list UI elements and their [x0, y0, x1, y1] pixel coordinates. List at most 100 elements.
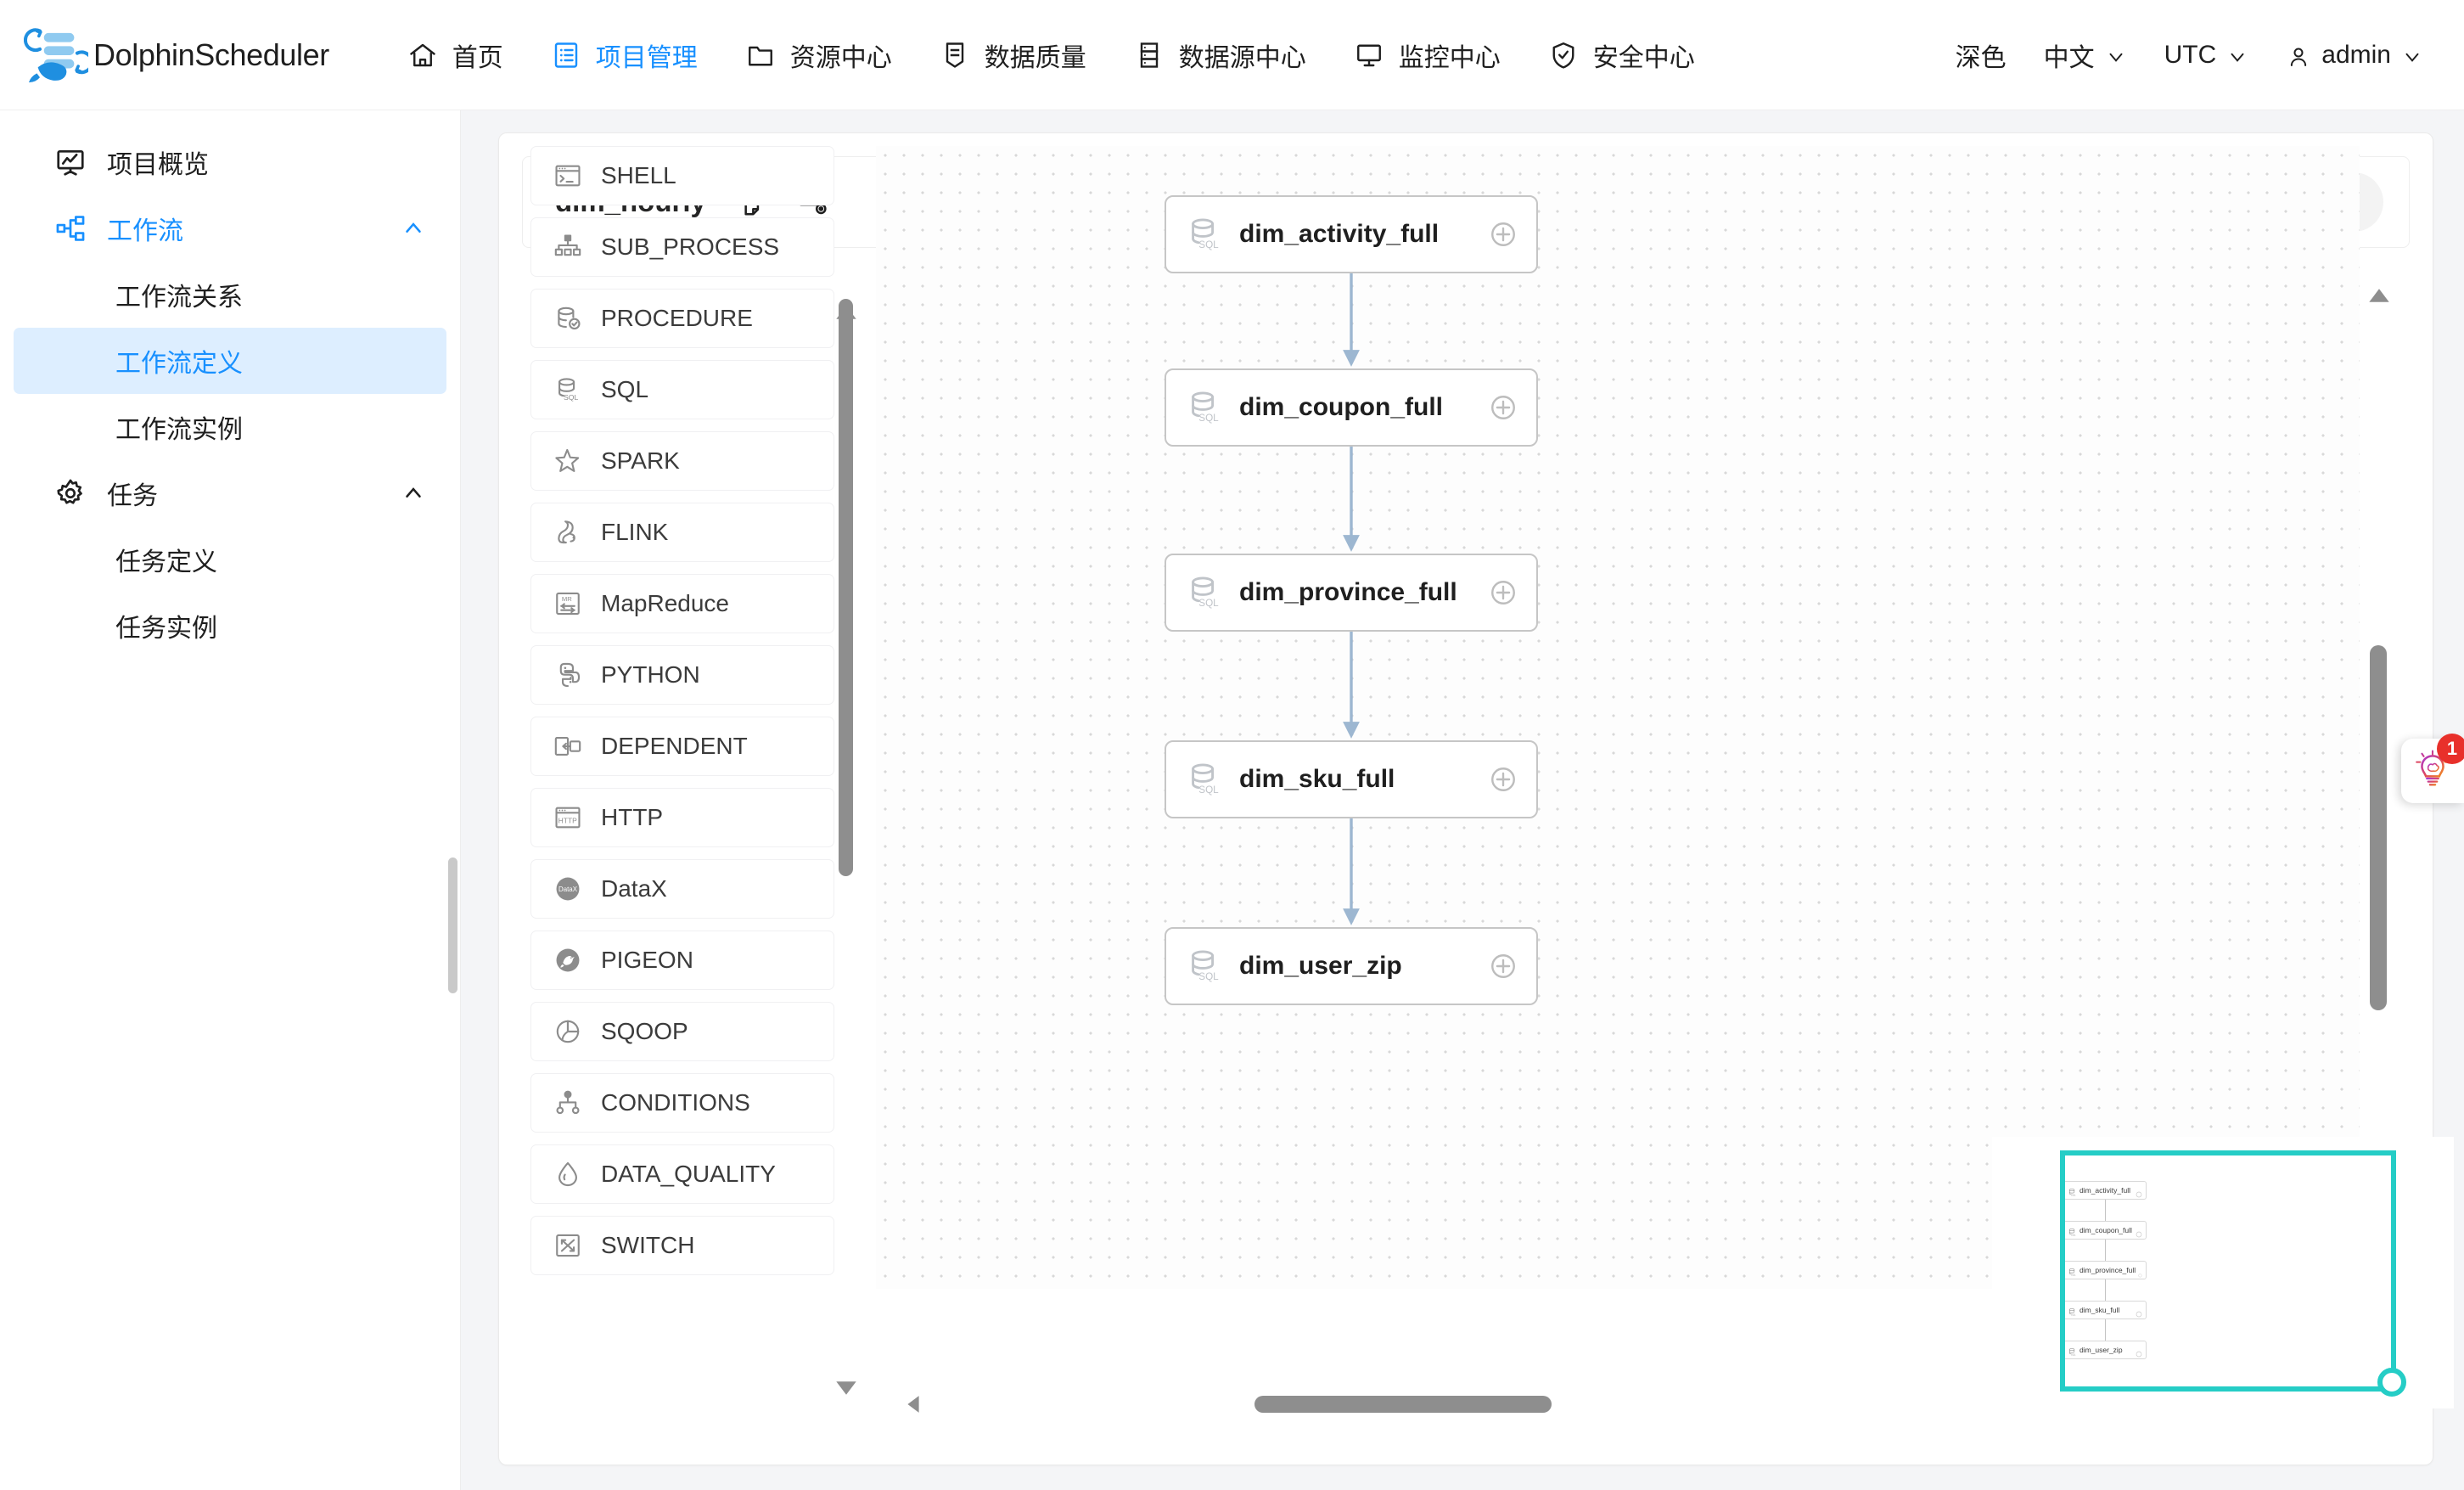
task-type-item[interactable]: CONDITIONS [530, 1073, 834, 1133]
ai-assistant-button[interactable]: 1 [2401, 734, 2464, 803]
task-type-item[interactable]: SHELL [530, 146, 834, 205]
sidebar-label-workflow-definition: 工作流定义 [115, 350, 243, 378]
nav-item-home[interactable]: 首页 [384, 0, 527, 110]
task-type-item[interactable]: HTTP HTTP [530, 788, 834, 847]
task-type-list: SHELL SUB_PROCESS PROCEDURE SQL SQL SPARK FLIN… [530, 146, 834, 1275]
nav-item-project-management[interactable]: 项目管理 [527, 0, 721, 110]
dag-canvas[interactable]: SQL dim_activity_full SQL dim_coupon_full SQ… [876, 146, 2360, 1289]
task-type-label: HTTP [601, 804, 664, 830]
nav-label-security-center: 安全中心 [1592, 43, 1695, 72]
dag-node[interactable]: SQL dim_coupon_full [1165, 368, 1538, 447]
add-downstream-icon[interactable] [1489, 952, 1518, 981]
sidebar-item-task-instance[interactable]: 任务实例 [14, 593, 446, 659]
sql-icon: SQL [1185, 573, 1224, 612]
timezone-selector[interactable]: UTC [2146, 41, 2268, 70]
nav-item-data-quality[interactable]: 数据质量 [916, 0, 1110, 110]
canvas-horizontal-scrollbar-thumb[interactable] [1254, 1396, 1552, 1413]
minimap-viewport-rect[interactable] [2060, 1150, 2396, 1392]
folder-icon [745, 40, 776, 70]
sidebar-item-task-definition[interactable]: 任务定义 [14, 526, 446, 593]
sidebar-label-project-overview: 项目概览 [107, 151, 209, 179]
dag-node-label: dim_activity_full [1239, 220, 1440, 248]
project-sidebar: 项目概览 工作流 工作流关系 工作流定义 工作流实例 任务 任务定义 任务实例 [0, 110, 461, 1490]
sidebar-label-workflow-instance: 工作流实例 [115, 416, 243, 444]
spark-icon [553, 447, 582, 475]
svg-text:SQL: SQL [1198, 784, 1219, 796]
task-type-panel: SHELL SUB_PROCESS PROCEDURE SQL SQL SPARK FLIN… [530, 146, 853, 1292]
task-type-item[interactable]: SPARK [530, 431, 834, 491]
sidebar-item-workflow-definition[interactable]: 工作流定义 [14, 328, 446, 394]
shield-check-icon [1548, 40, 1579, 70]
nav-label-home: 首页 [452, 43, 503, 72]
add-downstream-icon[interactable] [1489, 578, 1518, 607]
nav-item-monitor-center[interactable]: 监控中心 [1330, 0, 1524, 110]
gear-icon [54, 477, 87, 509]
sql-icon: SQL [1185, 215, 1224, 254]
sql-icon: SQL [1185, 388, 1224, 427]
sidebar-scrollbar-thumb[interactable] [448, 857, 457, 993]
brand-logo-block[interactable]: DolphinScheduler [24, 23, 329, 87]
dag-node[interactable]: SQL dim_activity_full [1165, 195, 1538, 273]
dag-minimap[interactable]: SQL dim_activity_full SQL dim_coupon_full SQ… [1992, 1137, 2454, 1408]
dag-node[interactable]: SQL dim_user_zip [1165, 927, 1538, 1005]
sidebar-item-workflow[interactable]: 工作流 [14, 195, 446, 261]
nav-item-resource-center[interactable]: 资源中心 [721, 0, 916, 110]
chevron-up-icon [401, 481, 426, 506]
task-type-item[interactable]: DEPENDENT [530, 717, 834, 776]
task-type-item[interactable]: DataX DataX [530, 859, 834, 919]
monitor-icon [1354, 40, 1384, 70]
sidebar-item-task[interactable]: 任务 [14, 460, 446, 526]
task-type-item[interactable]: DATA_QUALITY [530, 1144, 834, 1204]
workflow-icon [54, 212, 87, 245]
task-type-item[interactable]: MR MapReduce [530, 574, 834, 633]
nav-item-datasource-center[interactable]: 数据源中心 [1110, 0, 1330, 110]
add-downstream-icon[interactable] [1489, 765, 1518, 794]
task-type-item[interactable]: SUB_PROCESS [530, 217, 834, 277]
sidebar-item-workflow-instance[interactable]: 工作流实例 [14, 394, 446, 460]
task-type-item[interactable]: FLINK [530, 503, 834, 562]
canvas-scroll-up-arrow[interactable] [2368, 287, 2390, 304]
nav-item-security-center[interactable]: 安全中心 [1524, 0, 1719, 110]
chevron-up-icon [401, 216, 426, 241]
sql-icon: SQL [553, 375, 582, 404]
chevron-down-icon [2401, 46, 2423, 68]
task-type-item[interactable]: SQOOP [530, 1002, 834, 1061]
home-icon [407, 40, 438, 70]
minimap-resize-handle[interactable] [2377, 1368, 2406, 1397]
add-downstream-icon[interactable] [1489, 220, 1518, 249]
dag-node[interactable]: SQL dim_province_full [1165, 554, 1538, 632]
python-icon [553, 661, 582, 689]
canvas-scroll-left-arrow[interactable] [904, 1395, 923, 1414]
datasource-icon [1134, 40, 1165, 70]
task-type-label: PYTHON [601, 661, 700, 688]
chevron-down-icon [2226, 46, 2248, 68]
svg-text:SQL: SQL [1198, 413, 1219, 424]
overview-icon [54, 146, 87, 178]
task-type-item[interactable]: PYTHON [530, 645, 834, 705]
task-type-item[interactable]: SWITCH [530, 1216, 834, 1275]
theme-toggle[interactable]: 深色 [1937, 37, 2025, 74]
sidebar-label-workflow-relation: 工作流关系 [115, 284, 243, 312]
task-type-label: SPARK [601, 447, 680, 474]
dag-node[interactable]: SQL dim_sku_full [1165, 740, 1538, 818]
user-avatar-icon [2286, 44, 2311, 70]
task-type-item[interactable]: SQL SQL [530, 360, 834, 419]
user-menu[interactable]: admin [2267, 41, 2442, 70]
task-panel-scroll-down-arrow[interactable] [835, 1380, 857, 1397]
task-type-item[interactable]: PIGEON [530, 931, 834, 990]
task-type-label: FLINK [601, 519, 669, 545]
task-panel-scrollbar-thumb[interactable] [839, 299, 853, 876]
task-type-label: SQOOP [601, 1018, 688, 1044]
canvas-vertical-scrollbar-thumb[interactable] [2370, 645, 2387, 1010]
add-downstream-icon[interactable] [1489, 393, 1518, 422]
nav-label-project-management: 项目管理 [595, 43, 698, 72]
task-type-label: SHELL [601, 162, 676, 188]
task-type-label: SWITCH [601, 1232, 695, 1258]
task-type-label: CONDITIONS [601, 1089, 750, 1116]
task-type-label: PROCEDURE [601, 305, 753, 331]
sidebar-item-workflow-relation[interactable]: 工作流关系 [14, 261, 446, 328]
sidebar-item-project-overview[interactable]: 项目概览 [14, 129, 446, 195]
language-selector[interactable]: 中文 [2025, 37, 2146, 74]
task-type-item[interactable]: PROCEDURE [530, 289, 834, 348]
user-label: admin [2321, 40, 2391, 69]
